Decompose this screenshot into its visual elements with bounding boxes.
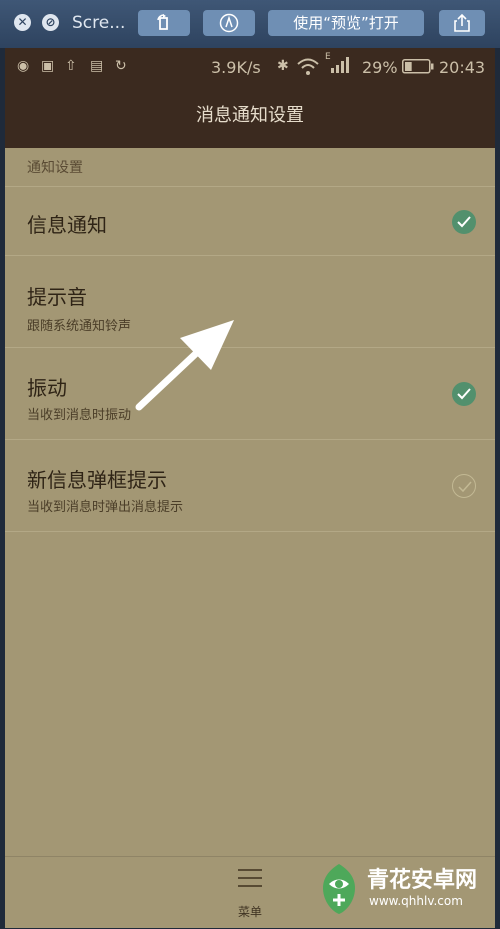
watermark-url: www.qhhlv.com	[369, 894, 463, 908]
watermark-logo-icon	[323, 864, 355, 914]
watermark: 青花安卓网 www.qhhlv.com	[311, 852, 500, 928]
watermark-name: 青花安卓网	[367, 868, 478, 893]
annotation-arrow	[135, 320, 234, 411]
